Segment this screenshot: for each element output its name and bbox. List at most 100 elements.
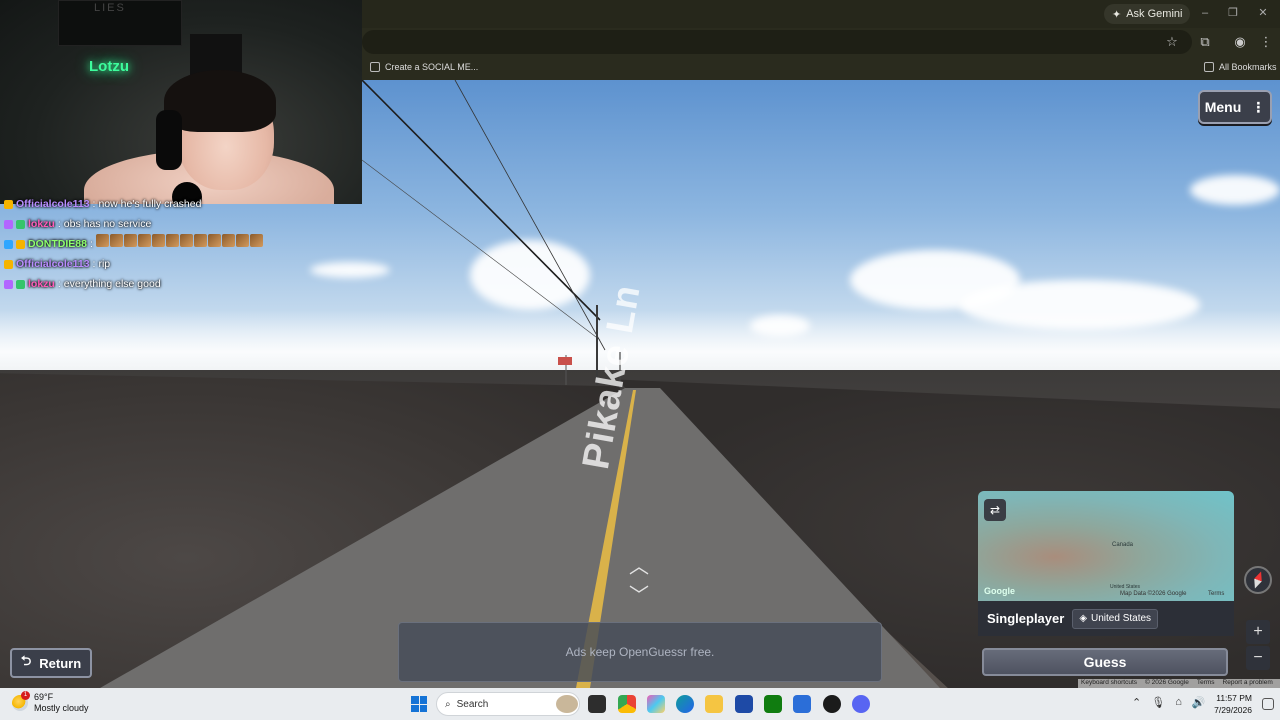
chat-username: Officialcole113 [16, 258, 90, 270]
game-mode-label: Singleplayer [987, 611, 1065, 626]
search-highlight-icon[interactable] [556, 695, 578, 713]
chat-emotes [95, 234, 264, 254]
ad-placeholder: Ads keep OpenGuessr free. [398, 622, 882, 682]
flag [558, 357, 572, 365]
country-chip-label: United States [1091, 613, 1152, 624]
kebab-icon: ⋮ [1251, 98, 1266, 115]
emote-icon [249, 234, 263, 247]
weather-alert-badge: 1 [21, 691, 30, 700]
search-placeholder: Search [456, 698, 489, 710]
headset-icon [156, 110, 182, 170]
guess-button[interactable]: Guess [982, 648, 1228, 676]
power-line [361, 80, 601, 321]
chat-message: Officialcole113: now he's fully crashed [4, 194, 364, 214]
emote-icon [151, 234, 165, 247]
neon-sign: Lotzu [89, 58, 129, 75]
discord-icon[interactable] [852, 695, 870, 713]
webcam-overlay: LIES Lotzu [0, 0, 362, 204]
emote-icon [235, 234, 249, 247]
ask-gemini-button[interactable]: ✦ Ask Gemini [1104, 4, 1191, 24]
chat-text: everything else good [63, 278, 161, 290]
microphone-tray-icon[interactable]: 🎙 [1151, 696, 1165, 709]
weather-temperature: 69°F [34, 692, 54, 702]
task-view-icon[interactable] [588, 695, 606, 713]
copilot-icon[interactable] [647, 695, 665, 713]
emote-icon [221, 234, 235, 247]
search-icon: ⌕ [445, 698, 451, 710]
network-icon[interactable]: ⌂ [1175, 696, 1182, 709]
minimize-icon[interactable]: – [1198, 6, 1212, 20]
emote-icon [207, 234, 221, 247]
guess-map-panel: ⇄ Canada United States Google Map Data ©… [978, 491, 1234, 636]
return-arrow-icon: ⮌ [20, 653, 32, 668]
microsoft-store-icon[interactable] [735, 695, 753, 713]
kebab-menu-icon[interactable]: ⋮ [1258, 34, 1274, 50]
close-icon[interactable]: ✕ [1256, 6, 1270, 20]
chat-message: Officialcole113: rip [4, 254, 364, 274]
zoom-in-button[interactable]: + [1246, 620, 1270, 644]
country-filter-chip[interactable]: ◈ United States [1072, 608, 1159, 629]
weather-condition: Mostly cloudy [34, 703, 89, 713]
return-button[interactable]: ⮌ Return [10, 648, 92, 678]
bookmark-favicon-icon [370, 62, 380, 72]
clock-date: 7/29/2026 [1214, 705, 1252, 715]
google-logo: Google [984, 586, 1015, 596]
chat-badge-icon [4, 279, 13, 289]
chat-text: obs has no service [63, 218, 152, 230]
chat-message: lokzu: everything else good [4, 274, 364, 294]
chrome-icon[interactable] [618, 695, 636, 713]
volume-icon[interactable]: 🔊 [1192, 696, 1206, 709]
file-explorer-icon[interactable] [705, 695, 723, 713]
map-attribution: Map Data ©2026 Google [1120, 591, 1187, 597]
folder-icon [1204, 62, 1214, 72]
bookmark-item-label: Create a SOCIAL ME... [385, 62, 479, 72]
chat-username: lokzu [28, 278, 55, 290]
chat-badge-icon [16, 239, 25, 249]
map-swap-icon[interactable]: ⇄ [984, 499, 1006, 521]
address-bar[interactable] [362, 30, 1192, 54]
chat-message: DONTDIE88: [4, 234, 364, 254]
map-terms-link[interactable]: Terms [1208, 591, 1224, 597]
bookmark-item[interactable]: Create a SOCIAL ME... [370, 62, 478, 72]
power-line [361, 159, 601, 341]
chevron-up-icon[interactable]: ⌃ [1132, 696, 1141, 709]
ask-gemini-label: Ask Gemini [1126, 8, 1183, 20]
chat-message: lokzu: obs has no service [4, 214, 364, 234]
restore-icon[interactable]: ❐ [1226, 6, 1240, 20]
emote-icon [95, 234, 109, 247]
guess-minimap[interactable]: ⇄ Canada United States Google Map Data ©… [978, 491, 1234, 601]
chat-badge-icon [16, 279, 25, 289]
return-label: Return [39, 655, 82, 671]
emote-icon [179, 234, 193, 247]
emote-icon [109, 234, 123, 247]
extensions-icon[interactable]: ⧉ [1197, 34, 1213, 50]
menu-button[interactable]: Menu ⋮ [1198, 90, 1272, 124]
xbox-icon[interactable] [764, 695, 782, 713]
chat-username: DONTDIE88 [28, 238, 87, 250]
emote-icon [193, 234, 207, 247]
compass-icon[interactable] [1244, 566, 1272, 594]
chat-text: rip [98, 258, 111, 270]
profile-avatar-icon[interactable]: ◉ [1232, 34, 1248, 50]
menu-label: Menu [1204, 99, 1242, 115]
chat-badge-icon [4, 199, 13, 209]
taskbar-clock[interactable]: 11:57 PM 7/29/2026 [1208, 692, 1252, 716]
bookmark-star-icon[interactable]: ☆ [1164, 34, 1180, 50]
system-tray: ⌃ 🎙 ⌂ 🔊 [1132, 696, 1206, 709]
notification-icon[interactable] [1262, 698, 1274, 710]
map-label-canada: Canada [1112, 542, 1134, 548]
all-bookmarks-label: All Bookmarks [1219, 62, 1277, 72]
chat-username: lokzu [28, 218, 55, 230]
windows-start-icon[interactable] [411, 696, 427, 712]
emote-icon [123, 234, 137, 247]
power-line [454, 80, 606, 351]
zoom-out-button[interactable]: − [1246, 646, 1270, 670]
outlook-icon[interactable] [793, 695, 811, 713]
obs-icon[interactable] [823, 695, 841, 713]
chat-badge-icon [16, 219, 25, 229]
all-bookmarks-button[interactable]: All Bookmarks [1204, 62, 1277, 72]
chat-badge-icon [4, 259, 13, 269]
windows-taskbar: 69°F Mostly cloudy 1 ⌕ Search ⌃ 🎙 ⌂ 🔊 11… [0, 688, 1280, 720]
move-forward-arrow-icon[interactable]: ︿ ﹀ [612, 550, 666, 607]
edge-icon[interactable] [676, 695, 694, 713]
